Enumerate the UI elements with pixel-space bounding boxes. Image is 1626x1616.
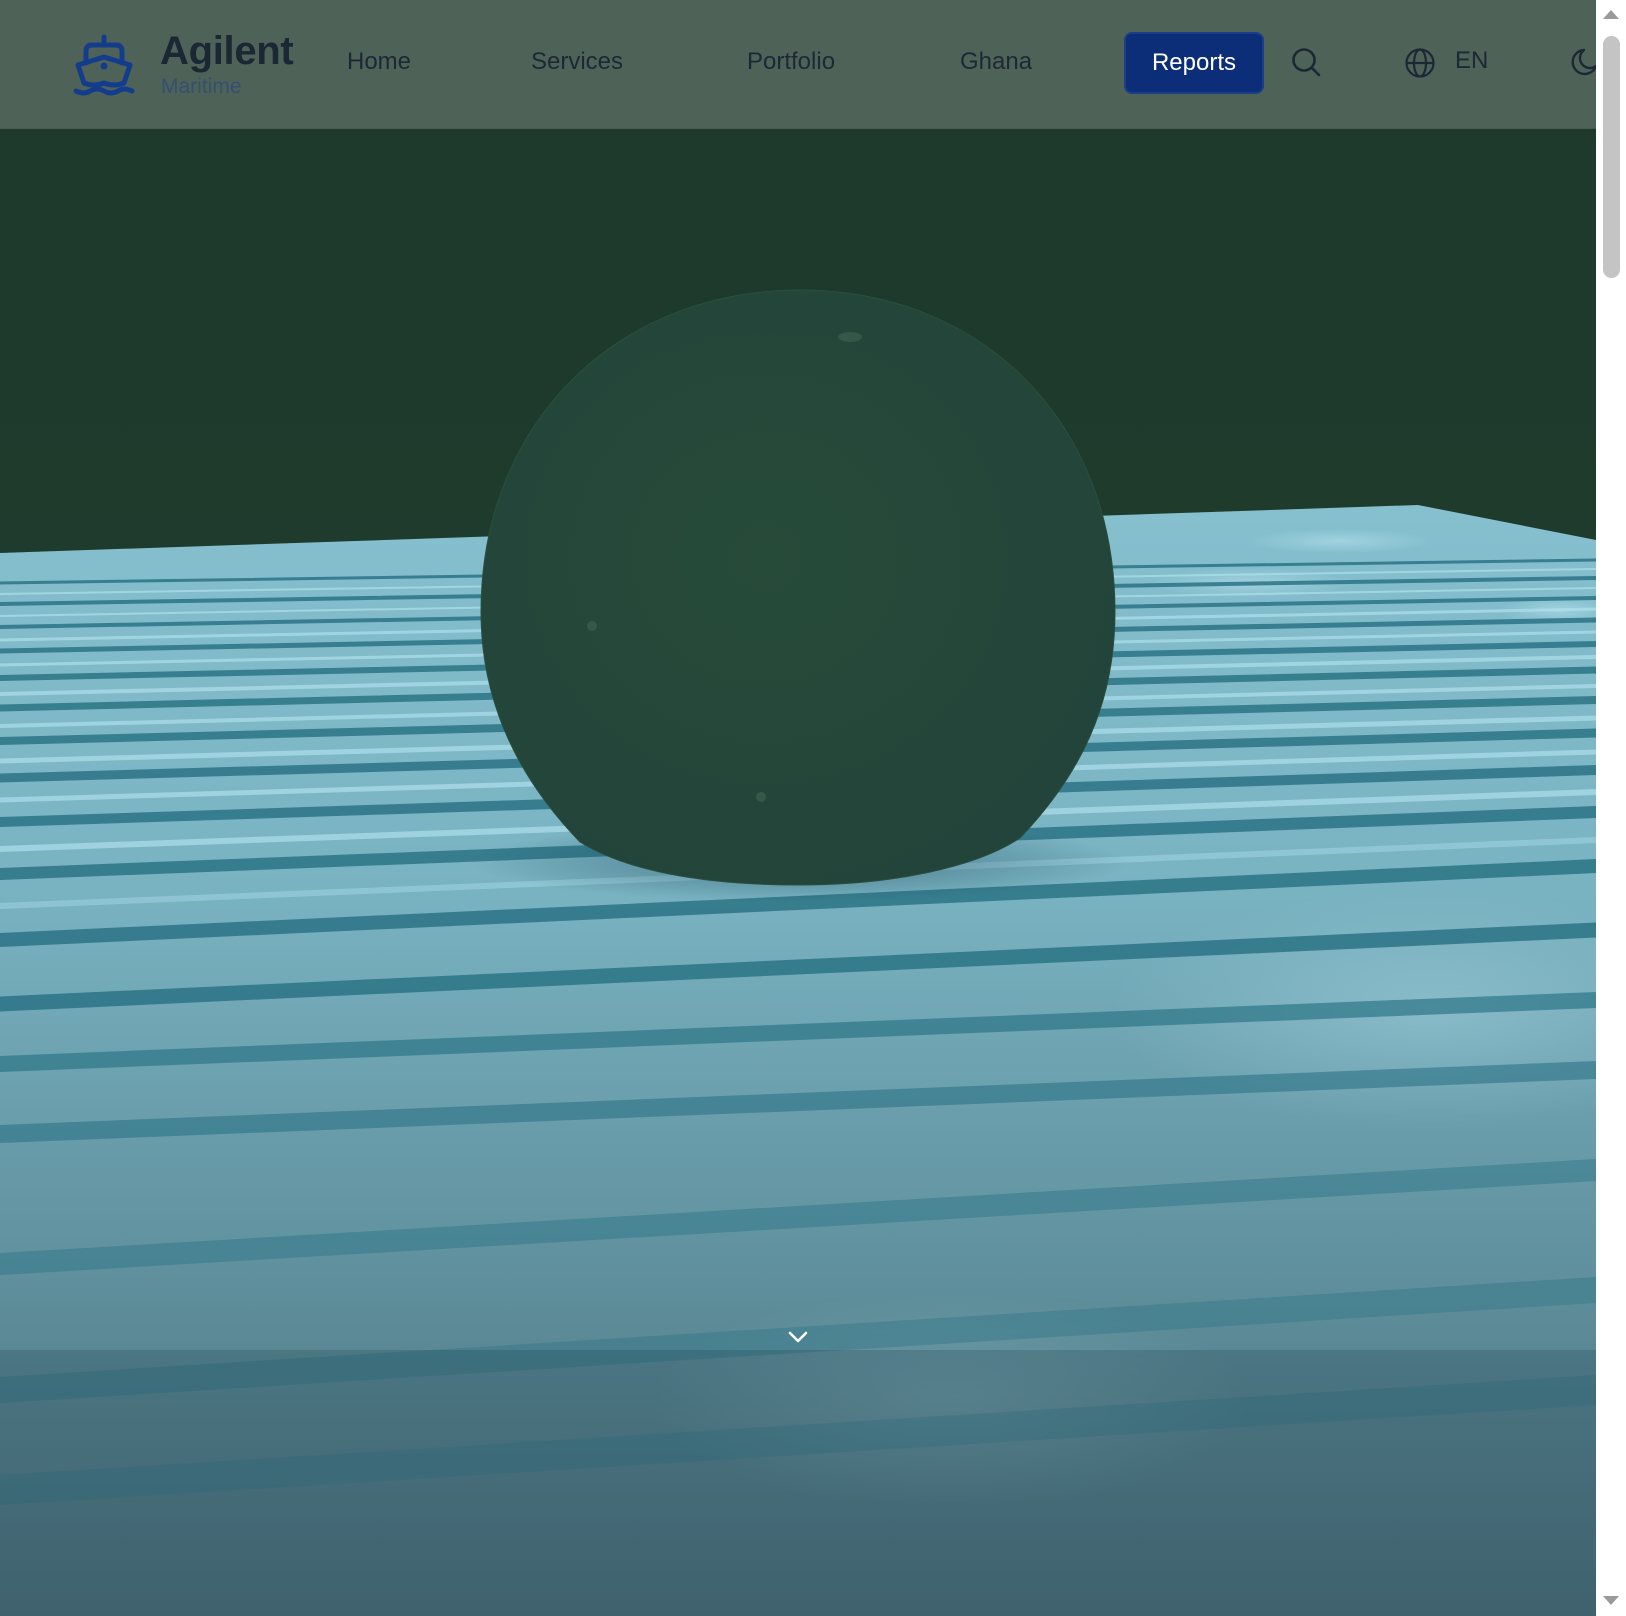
nav-item-portfolio[interactable]: Portfolio <box>747 48 835 76</box>
nav-item-ghana[interactable]: Ghana <box>960 48 1032 76</box>
nav-item-services[interactable]: Services <box>531 48 623 76</box>
nav-item-home[interactable]: Home <box>347 48 411 76</box>
scroll-up-arrow[interactable] <box>1603 10 1619 19</box>
brand-name[interactable]: Agilent <box>160 28 294 74</box>
scrollbar-thumb[interactable] <box>1603 36 1620 278</box>
hero-scene <box>0 0 1596 1616</box>
site-header: Agilent Maritime Home Services Portfolio… <box>0 0 1596 129</box>
moon-icon[interactable] <box>1570 46 1596 78</box>
chevron-down-icon[interactable] <box>785 1327 811 1347</box>
globe-icon[interactable] <box>1404 47 1436 79</box>
water-scene-graphic <box>0 0 1596 1616</box>
brand-tagline: Maritime <box>161 75 242 98</box>
ship-icon[interactable] <box>72 33 136 97</box>
reports-button[interactable]: Reports <box>1124 32 1264 94</box>
scroll-down-arrow[interactable] <box>1603 1596 1619 1605</box>
search-icon[interactable] <box>1290 46 1322 78</box>
page-scrollbar[interactable] <box>1596 0 1626 1616</box>
language-label[interactable]: EN <box>1455 47 1488 75</box>
